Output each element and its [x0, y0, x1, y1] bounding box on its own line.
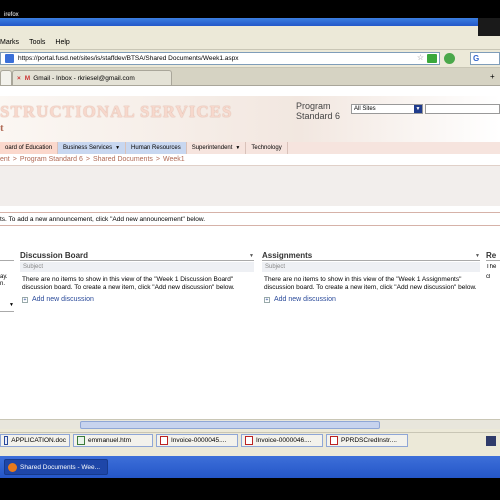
downloads-bar: APPLICATION.doc emmanuel.htm Invoice-000…: [0, 432, 500, 448]
gmail-icon: M: [24, 74, 31, 82]
window-title-bar: irefox: [0, 12, 500, 26]
right-webpart-stub: Re The cl: [486, 251, 500, 281]
new-tab-icon[interactable]: +: [490, 72, 495, 81]
nav-board-of-education[interactable]: oard of Education: [0, 142, 59, 154]
pdf-file-icon: [330, 436, 338, 445]
address-url[interactable]: https://portal.fusd.net/sites/is/staffde…: [18, 55, 239, 62]
tab-close-icon[interactable]: ×: [17, 75, 21, 82]
nav-human-resources[interactable]: Human Resources: [126, 142, 187, 154]
tab-gmail[interactable]: × M Gmail - Inbox - rkriesel@gmail.com: [12, 70, 172, 85]
html-file-icon: [77, 436, 85, 445]
right-webpart-text-2: cl: [486, 274, 491, 280]
site-search-input[interactable]: [425, 104, 500, 114]
add-new-assignment-label[interactable]: Add new discussion: [274, 296, 336, 303]
discussion-board-title[interactable]: Discussion Board: [20, 251, 88, 260]
nav-business-services[interactable]: Business Services ▼: [58, 142, 127, 154]
right-webpart-text: The: [486, 264, 497, 270]
breadcrumb-item[interactable]: Program Standard 6: [20, 156, 83, 163]
menu-bar: Marks Tools Help: [0, 36, 500, 50]
windows-taskbar: Shared Documents - Wee...: [0, 456, 500, 478]
horizontal-scrollbar[interactable]: [0, 419, 500, 429]
tab-gmail-label: Gmail - Inbox - rkriesel@gmail.com: [33, 74, 135, 82]
breadcrumb-item[interactable]: Shared Documents: [93, 156, 153, 163]
nav-superintendent[interactable]: Superintendent ▼: [187, 142, 247, 154]
dropdown-arrow-icon[interactable]: ▼: [414, 105, 422, 113]
taskbar-firefox-button[interactable]: Shared Documents - Wee...: [4, 459, 108, 475]
scrollbar-thumb[interactable]: [80, 421, 380, 429]
program-label: Program Standard 6: [296, 101, 341, 121]
rss-feed-icon[interactable]: [427, 54, 437, 63]
webpart-menu-icon[interactable]: ▼: [249, 253, 254, 259]
right-webpart-title[interactable]: Re: [486, 251, 500, 261]
screen-frame: irefox Marks Tools Help https://portal.f…: [0, 0, 500, 500]
assignments-empty-message: There are no items to show in this view …: [264, 276, 477, 291]
add-new-assignment-link[interactable]: + Add new discussion: [262, 296, 480, 303]
discussion-board-header: Discussion Board ▼: [20, 251, 254, 261]
menu-bookmarks[interactable]: Marks: [0, 39, 19, 46]
breadcrumb: ent > Program Standard 6 > Shared Docume…: [0, 154, 500, 166]
chevron-down-icon: ▼: [115, 145, 121, 151]
address-bar[interactable]: https://portal.fusd.net/sites/is/staffde…: [0, 52, 440, 65]
page-title-band: [0, 166, 500, 206]
navigation-toolbar: https://portal.fusd.net/sites/is/staffde…: [0, 50, 500, 68]
discussion-board-webpart: Discussion Board ▼ Subject There are no …: [20, 251, 254, 303]
assignments-title[interactable]: Assignments: [262, 251, 312, 260]
tab-active[interactable]: [0, 70, 12, 85]
add-icon: +: [22, 296, 28, 303]
download-item[interactable]: Invoice-0000046....: [241, 434, 323, 447]
chevron-down-icon: ▼: [235, 145, 241, 151]
add-new-discussion-label[interactable]: Add new discussion: [32, 296, 94, 303]
chevron-down-icon: ▼: [9, 302, 14, 308]
word-document-icon: [4, 436, 9, 445]
pdf-file-icon: [160, 436, 168, 445]
top-navigation: oard of Education Business Services ▼ Hum…: [0, 142, 500, 154]
breadcrumb-current: Week1: [162, 156, 185, 163]
assignments-subject-column[interactable]: Subject: [262, 262, 480, 272]
nav-technology[interactable]: Technology: [246, 142, 288, 154]
search-scope-value: All Sites: [354, 106, 376, 112]
download-item[interactable]: Invoice-0000045....: [156, 434, 238, 447]
download-item[interactable]: PPRDSCredInstr....: [326, 434, 408, 447]
window-title: irefox: [4, 12, 19, 18]
site-title: STRUCTIONAL SERVICES: [0, 102, 233, 121]
left-webpart-header: [0, 251, 14, 261]
left-webpart-text: ay. n.: [0, 274, 8, 287]
left-webpart-stub: ay. n. ▼: [0, 251, 14, 312]
assignments-webpart: Assignments ▼ Subject There are no items…: [262, 251, 480, 303]
assignments-header: Assignments ▼: [262, 251, 480, 261]
bookmark-star-icon[interactable]: ☆: [417, 53, 424, 62]
download-item[interactable]: emmanuel.htm: [73, 434, 153, 447]
menu-tools[interactable]: Tools: [29, 39, 45, 46]
left-webpart-menu[interactable]: ▼: [0, 302, 14, 312]
firefox-icon: [8, 462, 17, 472]
menu-help[interactable]: Help: [55, 39, 69, 46]
web-content: STRUCTIONAL SERVICES t Program Standard …: [0, 86, 500, 429]
site-favicon: [5, 54, 14, 63]
download-item[interactable]: APPLICATION.doc: [0, 434, 70, 447]
search-box[interactable]: G: [470, 52, 500, 65]
add-icon: +: [264, 296, 270, 303]
go-button-icon[interactable]: [444, 53, 455, 64]
add-new-discussion-link[interactable]: + Add new discussion: [20, 296, 254, 303]
tab-bar: × M Gmail - Inbox - rkriesel@gmail.com +: [0, 68, 500, 86]
taskbar-window-label: Shared Documents - Wee...: [20, 463, 101, 471]
google-search-icon: G: [473, 54, 480, 63]
site-subtitle: t: [0, 122, 4, 134]
search-scope-select[interactable]: All Sites ▼: [351, 104, 423, 114]
site-banner: STRUCTIONAL SERVICES t Program Standard …: [0, 96, 500, 144]
webpart-menu-icon[interactable]: ▼: [475, 253, 480, 259]
breadcrumb-item[interactable]: ent: [0, 156, 10, 163]
discussion-empty-message: There are no items to show in this view …: [22, 276, 235, 291]
pdf-file-icon: [245, 436, 253, 445]
discussion-subject-column[interactable]: Subject: [20, 262, 254, 272]
downloads-close-icon[interactable]: [486, 435, 496, 446]
announcements-message: ts. To add a new announcement, click "Ad…: [0, 212, 500, 226]
